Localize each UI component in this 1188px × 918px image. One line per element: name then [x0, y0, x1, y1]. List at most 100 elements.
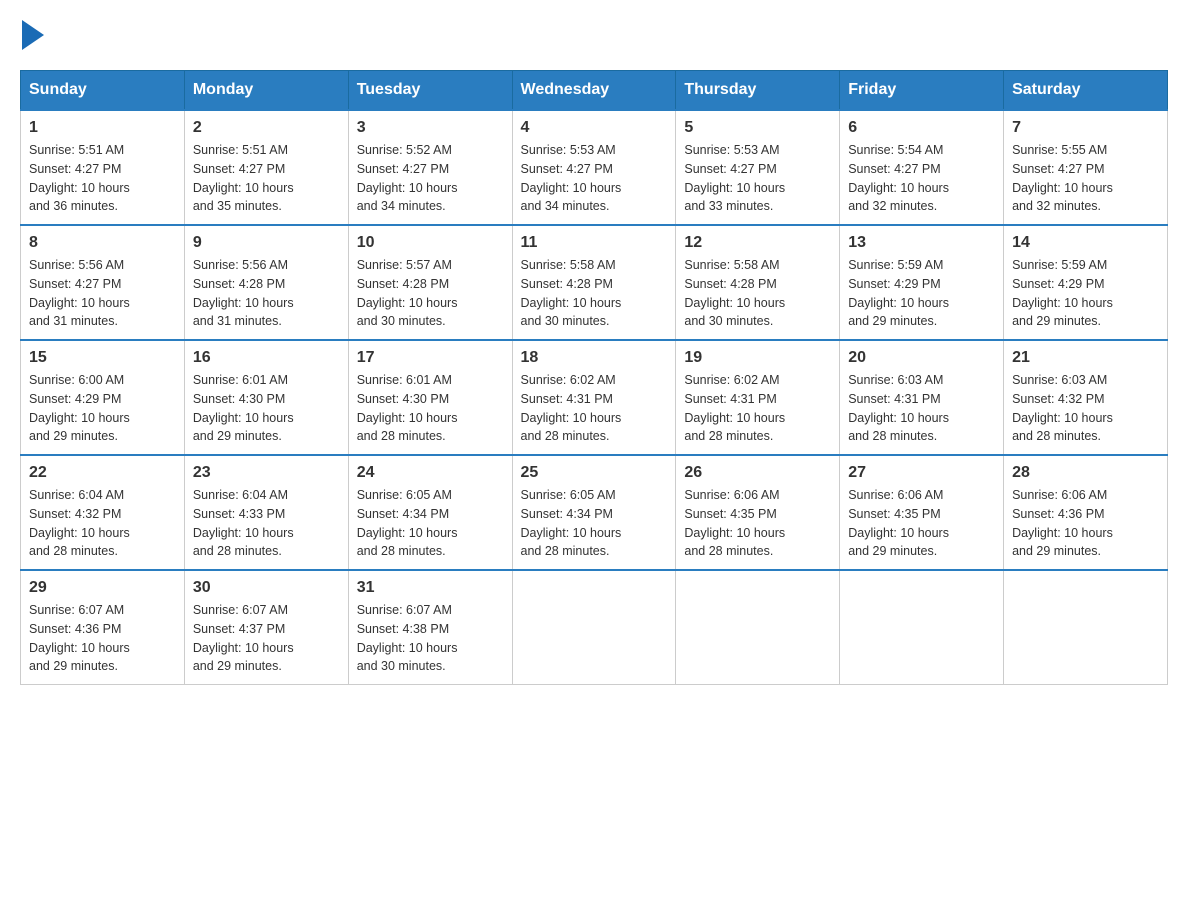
day-cell-29: 29Sunrise: 6:07 AMSunset: 4:36 PMDayligh…: [21, 570, 185, 685]
day-info: Sunrise: 6:05 AMSunset: 4:34 PMDaylight:…: [521, 486, 668, 561]
day-info: Sunrise: 5:52 AMSunset: 4:27 PMDaylight:…: [357, 141, 504, 216]
day-number: 11: [521, 234, 668, 252]
day-number: 4: [521, 119, 668, 137]
day-number: 2: [193, 119, 340, 137]
day-cell-11: 11 Sunrise: 5:58 AMSunset: 4:28 PMDayligh…: [512, 225, 676, 340]
day-info: Sunrise: 6:02 AMSunset: 4:31 PMDaylight:…: [684, 371, 831, 446]
day-cell-28: 28 Sunrise: 6:06 AMSunset: 4:36 PMDayligh…: [1004, 455, 1168, 570]
day-cell-1: 1 Sunrise: 5:51 AMSunset: 4:27 PMDaylight…: [21, 110, 185, 225]
weekday-tuesday: Tuesday: [348, 71, 512, 111]
day-info: Sunrise: 6:05 AMSunset: 4:34 PMDaylight:…: [357, 486, 504, 561]
day-number: 17: [357, 349, 504, 367]
week-row-2: 8Sunrise: 5:56 AMSunset: 4:27 PMDaylight…: [21, 225, 1168, 340]
empty-cell: [840, 570, 1004, 685]
day-info: Sunrise: 6:00 AMSunset: 4:29 PMDaylight:…: [29, 371, 176, 446]
day-number: 24: [357, 464, 504, 482]
logo-triangle-icon: [22, 20, 44, 50]
day-info: Sunrise: 5:58 AMSunset: 4:28 PMDaylight:…: [684, 256, 831, 331]
day-info: Sunrise: 6:03 AMSunset: 4:31 PMDaylight:…: [848, 371, 995, 446]
weekday-thursday: Thursday: [676, 71, 840, 111]
day-number: 27: [848, 464, 995, 482]
empty-cell: [1004, 570, 1168, 685]
day-info: Sunrise: 5:59 AMSunset: 4:29 PMDaylight:…: [848, 256, 995, 331]
day-info: Sunrise: 5:58 AMSunset: 4:28 PMDaylight:…: [521, 256, 668, 331]
day-number: 3: [357, 119, 504, 137]
day-cell-6: 6 Sunrise: 5:54 AMSunset: 4:27 PMDaylight…: [840, 110, 1004, 225]
day-number: 20: [848, 349, 995, 367]
day-info: Sunrise: 6:07 AMSunset: 4:37 PMDaylight:…: [193, 601, 340, 676]
weekday-friday: Friday: [840, 71, 1004, 111]
day-cell-20: 20 Sunrise: 6:03 AMSunset: 4:31 PMDayligh…: [840, 340, 1004, 455]
day-number: 22: [29, 464, 176, 482]
weekday-header-row: SundayMondayTuesdayWednesdayThursdayFrid…: [21, 71, 1168, 111]
day-cell-26: 26 Sunrise: 6:06 AMSunset: 4:35 PMDayligh…: [676, 455, 840, 570]
day-cell-30: 30 Sunrise: 6:07 AMSunset: 4:37 PMDayligh…: [184, 570, 348, 685]
day-info: Sunrise: 6:06 AMSunset: 4:35 PMDaylight:…: [848, 486, 995, 561]
empty-cell: [512, 570, 676, 685]
day-cell-4: 4 Sunrise: 5:53 AMSunset: 4:27 PMDaylight…: [512, 110, 676, 225]
day-number: 6: [848, 119, 995, 137]
day-number: 15: [29, 349, 176, 367]
day-number: 13: [848, 234, 995, 252]
week-row-3: 15 Sunrise: 6:00 AMSunset: 4:29 PMDayligh…: [21, 340, 1168, 455]
page-header: [20, 20, 1168, 50]
day-cell-21: 21Sunrise: 6:03 AMSunset: 4:32 PMDayligh…: [1004, 340, 1168, 455]
day-info: Sunrise: 5:56 AMSunset: 4:27 PMDaylight:…: [29, 256, 176, 331]
day-info: Sunrise: 5:51 AMSunset: 4:27 PMDaylight:…: [29, 141, 176, 216]
day-cell-3: 3 Sunrise: 5:52 AMSunset: 4:27 PMDaylight…: [348, 110, 512, 225]
day-number: 30: [193, 579, 340, 597]
day-cell-24: 24 Sunrise: 6:05 AMSunset: 4:34 PMDayligh…: [348, 455, 512, 570]
day-number: 7: [1012, 119, 1159, 137]
day-cell-18: 18Sunrise: 6:02 AMSunset: 4:31 PMDayligh…: [512, 340, 676, 455]
day-cell-16: 16 Sunrise: 6:01 AMSunset: 4:30 PMDayligh…: [184, 340, 348, 455]
day-cell-23: 23 Sunrise: 6:04 AMSunset: 4:33 PMDayligh…: [184, 455, 348, 570]
day-number: 1: [29, 119, 176, 137]
day-number: 19: [684, 349, 831, 367]
day-number: 16: [193, 349, 340, 367]
day-info: Sunrise: 5:53 AMSunset: 4:27 PMDaylight:…: [684, 141, 831, 216]
day-info: Sunrise: 6:04 AMSunset: 4:33 PMDaylight:…: [193, 486, 340, 561]
week-row-1: 1 Sunrise: 5:51 AMSunset: 4:27 PMDaylight…: [21, 110, 1168, 225]
logo: [20, 20, 44, 50]
day-info: Sunrise: 5:54 AMSunset: 4:27 PMDaylight:…: [848, 141, 995, 216]
day-number: 26: [684, 464, 831, 482]
day-info: Sunrise: 6:06 AMSunset: 4:35 PMDaylight:…: [684, 486, 831, 561]
day-cell-10: 10Sunrise: 5:57 AMSunset: 4:28 PMDayligh…: [348, 225, 512, 340]
day-number: 28: [1012, 464, 1159, 482]
day-cell-27: 27 Sunrise: 6:06 AMSunset: 4:35 PMDayligh…: [840, 455, 1004, 570]
day-info: Sunrise: 5:59 AMSunset: 4:29 PMDaylight:…: [1012, 256, 1159, 331]
day-number: 23: [193, 464, 340, 482]
day-info: Sunrise: 6:02 AMSunset: 4:31 PMDaylight:…: [521, 371, 668, 446]
day-info: Sunrise: 5:53 AMSunset: 4:27 PMDaylight:…: [521, 141, 668, 216]
week-row-4: 22Sunrise: 6:04 AMSunset: 4:32 PMDayligh…: [21, 455, 1168, 570]
day-cell-2: 2 Sunrise: 5:51 AMSunset: 4:27 PMDaylight…: [184, 110, 348, 225]
day-info: Sunrise: 5:57 AMSunset: 4:28 PMDaylight:…: [357, 256, 504, 331]
day-cell-25: 25 Sunrise: 6:05 AMSunset: 4:34 PMDayligh…: [512, 455, 676, 570]
day-info: Sunrise: 6:01 AMSunset: 4:30 PMDaylight:…: [193, 371, 340, 446]
day-cell-17: 17Sunrise: 6:01 AMSunset: 4:30 PMDayligh…: [348, 340, 512, 455]
empty-cell: [676, 570, 840, 685]
day-cell-9: 9 Sunrise: 5:56 AMSunset: 4:28 PMDaylight…: [184, 225, 348, 340]
day-info: Sunrise: 5:55 AMSunset: 4:27 PMDaylight:…: [1012, 141, 1159, 216]
day-number: 25: [521, 464, 668, 482]
week-row-5: 29Sunrise: 6:07 AMSunset: 4:36 PMDayligh…: [21, 570, 1168, 685]
day-number: 14: [1012, 234, 1159, 252]
day-cell-8: 8Sunrise: 5:56 AMSunset: 4:27 PMDaylight…: [21, 225, 185, 340]
day-cell-13: 13 Sunrise: 5:59 AMSunset: 4:29 PMDayligh…: [840, 225, 1004, 340]
day-cell-15: 15 Sunrise: 6:00 AMSunset: 4:29 PMDayligh…: [21, 340, 185, 455]
day-number: 5: [684, 119, 831, 137]
day-number: 9: [193, 234, 340, 252]
calendar-table: SundayMondayTuesdayWednesdayThursdayFrid…: [20, 70, 1168, 685]
day-cell-31: 31Sunrise: 6:07 AMSunset: 4:38 PMDayligh…: [348, 570, 512, 685]
day-number: 29: [29, 579, 176, 597]
day-info: Sunrise: 6:06 AMSunset: 4:36 PMDaylight:…: [1012, 486, 1159, 561]
calendar-body: 1 Sunrise: 5:51 AMSunset: 4:27 PMDaylight…: [21, 110, 1168, 685]
day-cell-12: 12 Sunrise: 5:58 AMSunset: 4:28 PMDayligh…: [676, 225, 840, 340]
weekday-monday: Monday: [184, 71, 348, 111]
day-info: Sunrise: 5:51 AMSunset: 4:27 PMDaylight:…: [193, 141, 340, 216]
day-cell-19: 19 Sunrise: 6:02 AMSunset: 4:31 PMDayligh…: [676, 340, 840, 455]
day-info: Sunrise: 5:56 AMSunset: 4:28 PMDaylight:…: [193, 256, 340, 331]
day-number: 12: [684, 234, 831, 252]
day-cell-7: 7 Sunrise: 5:55 AMSunset: 4:27 PMDaylight…: [1004, 110, 1168, 225]
weekday-saturday: Saturday: [1004, 71, 1168, 111]
